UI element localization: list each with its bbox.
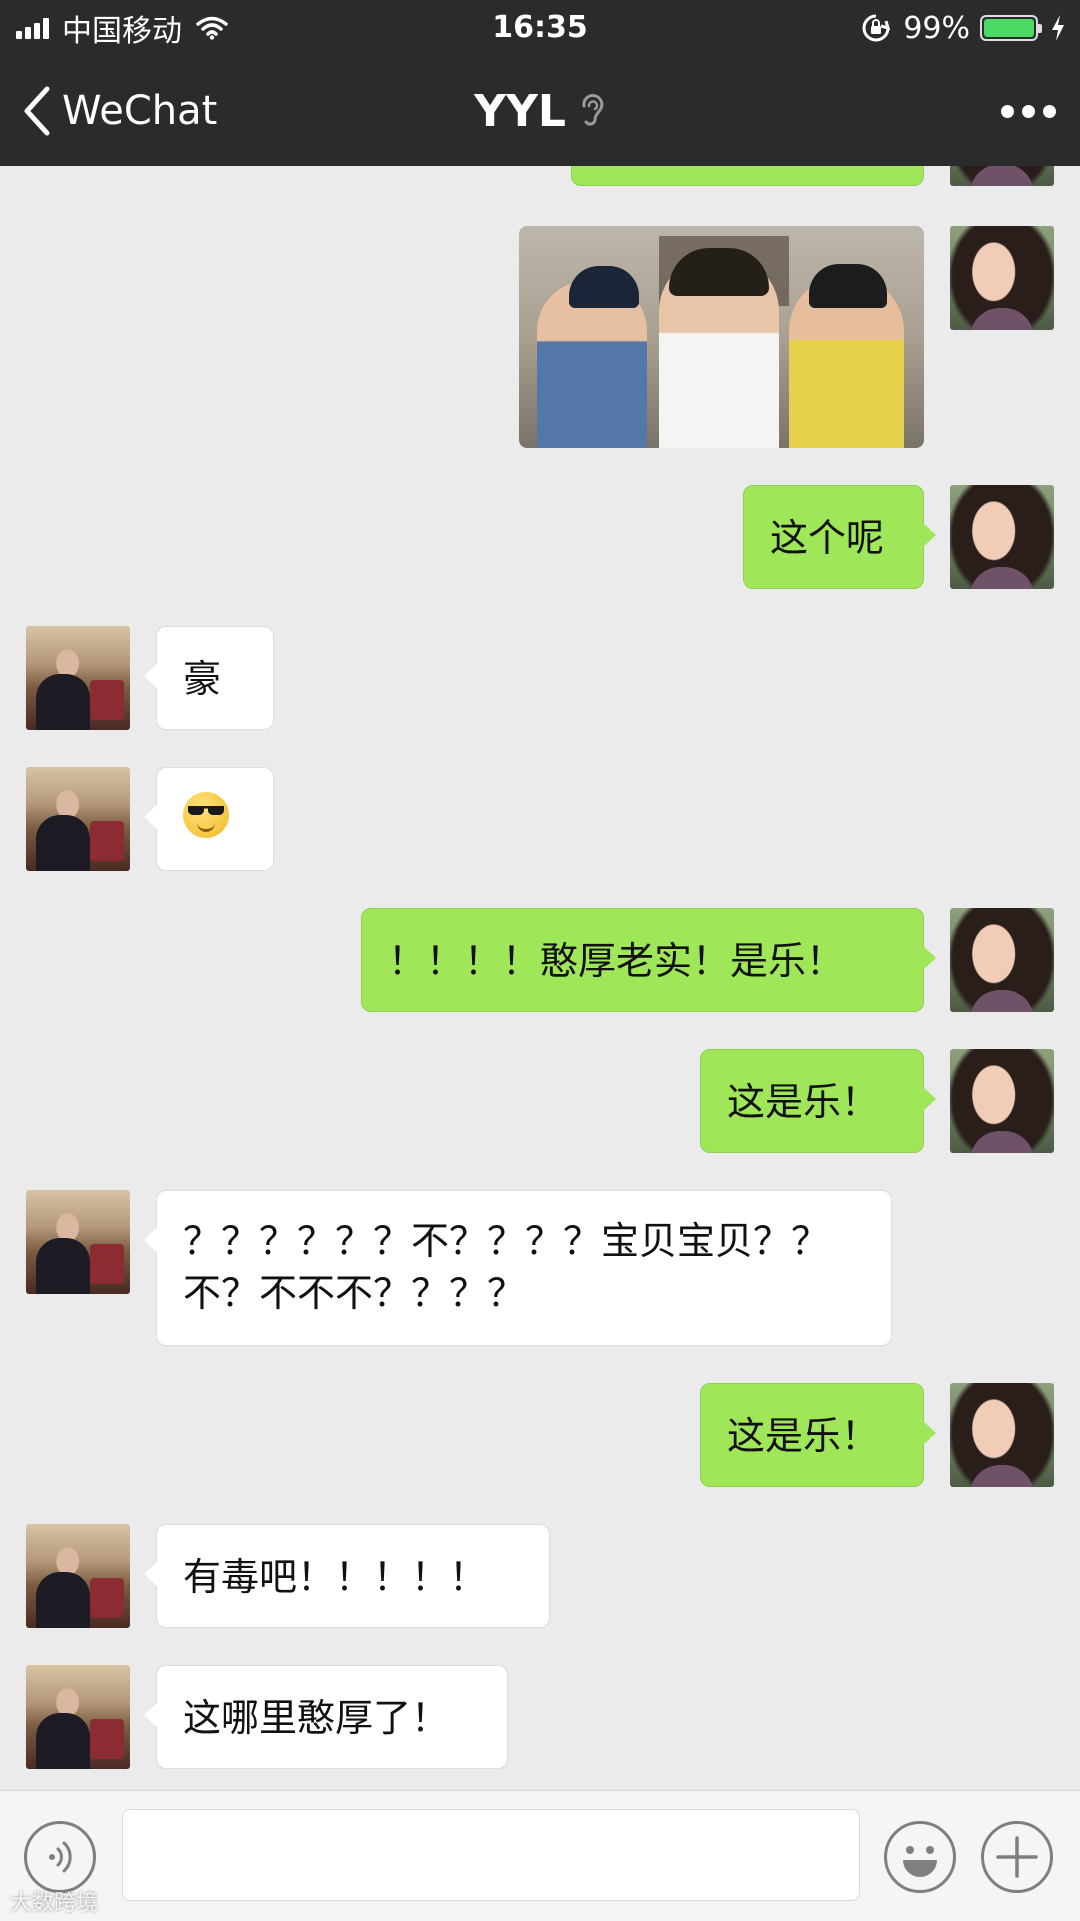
voice-icon	[49, 1841, 72, 1873]
chat-area[interactable]: 这个呢 豪 ！！！！憨厚老实！是乐！ 这是乐！ ？？？？？？不？？？？宝贝宝贝？…	[0, 166, 1080, 1790]
contact-avatar[interactable]	[26, 1665, 130, 1769]
message-text: 这个呢	[770, 516, 885, 560]
message-text: ！！！！憨厚老实！是乐！	[388, 939, 845, 983]
nav-title-wrap: YYL	[0, 56, 1080, 166]
emoji-button[interactable]	[884, 1821, 956, 1893]
my-avatar[interactable]	[950, 908, 1054, 1012]
battery-icon	[980, 15, 1042, 41]
message-bubble[interactable]	[144, 767, 274, 871]
message-bubble[interactable]: 这是乐！	[700, 1383, 936, 1487]
my-avatar[interactable]	[950, 226, 1054, 330]
image-message[interactable]	[519, 226, 924, 448]
message-input[interactable]	[122, 1809, 860, 1901]
message-text: ？？？？？？不？？？？宝贝宝贝？？不？不不不？？？？	[183, 1219, 830, 1315]
input-bar: 大数跨境	[0, 1790, 1080, 1921]
message-text: 这是乐！	[727, 1080, 880, 1124]
message-text: 这是乐！	[727, 1414, 880, 1458]
photo-cap	[569, 266, 639, 308]
more-dot-icon	[1001, 104, 1014, 118]
message-bubble-partial[interactable]	[571, 166, 936, 186]
more-dot-icon	[1022, 104, 1035, 118]
chat-title: YYL	[474, 85, 566, 137]
emoji-icon	[903, 1846, 937, 1877]
more-dot-icon	[1043, 104, 1056, 118]
contact-avatar[interactable]	[26, 626, 130, 730]
voice-button[interactable]	[24, 1821, 96, 1893]
battery-fill	[984, 19, 1034, 37]
message-bubble[interactable]: 这哪里憨厚了！	[144, 1665, 508, 1769]
sunglasses-smile-emoji-icon	[183, 792, 229, 838]
charging-bolt-icon	[1052, 15, 1064, 41]
my-avatar[interactable]	[950, 1049, 1054, 1153]
more-button[interactable]	[993, 56, 1056, 166]
watermark: 大数跨境	[10, 1891, 99, 1916]
contact-avatar[interactable]	[26, 767, 130, 871]
my-avatar[interactable]	[950, 485, 1054, 589]
plus-icon	[996, 1836, 1038, 1878]
message-bubble[interactable]: 有毒吧！！！！！	[144, 1524, 550, 1628]
my-avatar[interactable]	[950, 1383, 1054, 1487]
plus-button[interactable]	[981, 1821, 1053, 1893]
message-bubble[interactable]: 豪	[144, 626, 274, 730]
message-bubble[interactable]: 这是乐！	[700, 1049, 936, 1153]
message-bubble[interactable]: ？？？？？？不？？？？宝贝宝贝？？不？不不不？？？？	[144, 1190, 892, 1346]
status-right: 99%	[861, 0, 1066, 56]
message-bubble[interactable]: ！！！！憨厚老实！是乐！	[361, 908, 936, 1012]
message-text: 豪	[183, 657, 222, 701]
message-text: 这哪里憨厚了！	[183, 1696, 450, 1740]
battery-percent: 99%	[903, 10, 970, 46]
message-text: 有毒吧！！！！！	[183, 1555, 488, 1599]
rotation-lock-icon	[862, 14, 891, 42]
message-bubble[interactable]: 这个呢	[743, 485, 936, 589]
nav-bar: WeChat YYL	[0, 56, 1080, 166]
status-bar: 中国移动 16:35 99%	[0, 0, 1080, 56]
my-avatar[interactable]	[950, 166, 1054, 186]
contact-avatar[interactable]	[26, 1524, 130, 1628]
contact-avatar[interactable]	[26, 1190, 130, 1294]
ear-icon	[582, 94, 604, 126]
photo-cap	[809, 264, 887, 308]
